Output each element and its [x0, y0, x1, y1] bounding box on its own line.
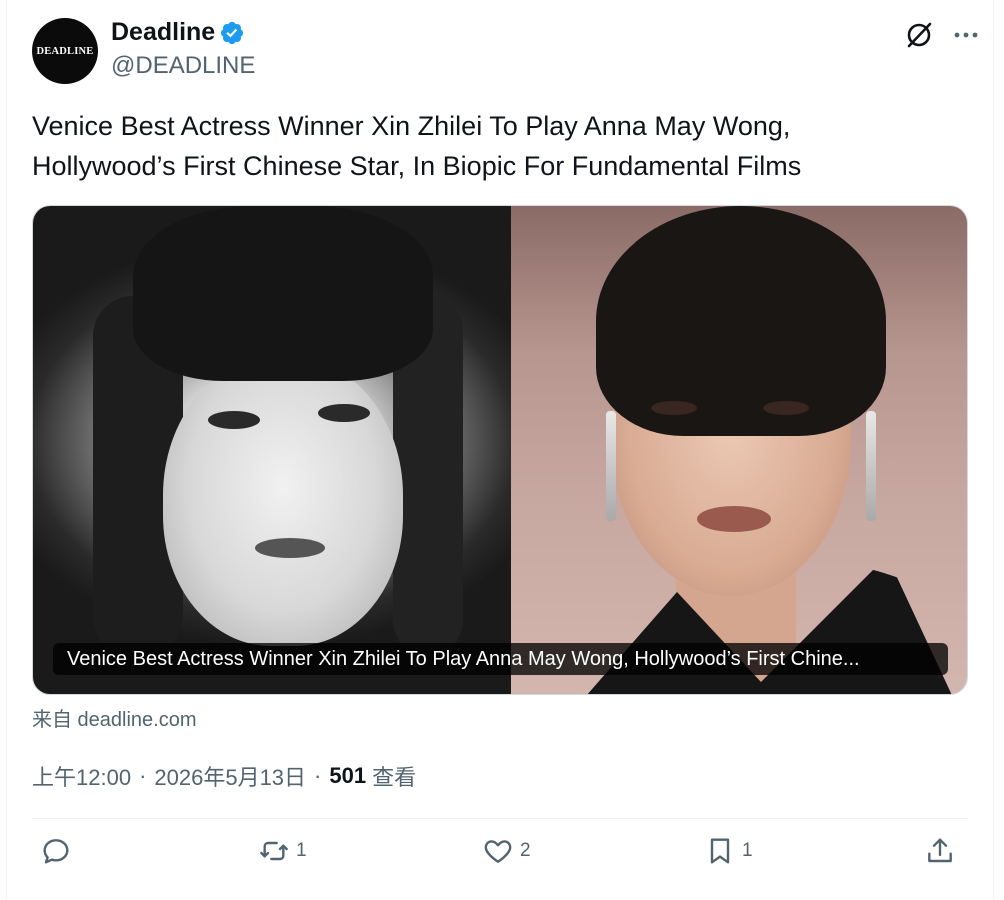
grok-icon[interactable] — [904, 20, 934, 50]
retweet-icon — [260, 841, 288, 861]
tweet-text: Venice Best Actress Winner Xin Zhilei To… — [32, 111, 802, 181]
frame-border-left — [6, 0, 7, 900]
views-label: 查看 — [372, 765, 417, 790]
share-button[interactable] — [924, 835, 956, 867]
share-icon — [928, 838, 952, 863]
bookmark-button[interactable]: 1 — [704, 835, 753, 867]
bookmark-count: 1 — [742, 840, 753, 861]
action-bar: 1 2 1 — [32, 835, 968, 883]
card-caption: Venice Best Actress Winner Xin Zhilei To… — [53, 643, 948, 675]
like-count: 2 — [520, 840, 531, 861]
more-icon[interactable] — [952, 24, 980, 46]
photo-xin-zhilei — [511, 206, 967, 694]
retweet-button[interactable]: 1 — [258, 835, 307, 867]
separator-dot: · — [314, 763, 322, 788]
handle[interactable]: @DEADLINE — [111, 52, 255, 80]
avatar-logo-text: DEADLINE — [36, 45, 94, 57]
bookmark-icon — [710, 838, 730, 864]
display-name[interactable]: Deadline — [111, 18, 215, 47]
views-count: 501 — [329, 763, 367, 788]
avatar[interactable]: DEADLINE — [32, 18, 98, 84]
frame-border-right — [993, 0, 994, 900]
reply-icon — [43, 839, 69, 864]
reply-button[interactable] — [40, 835, 78, 867]
name-row: Deadline — [111, 18, 245, 47]
tweet-meta: 上午12:00 · 2026年5月13日 · 501 查看 — [32, 760, 416, 792]
card-source[interactable]: 来自 deadline.com — [32, 703, 197, 732]
verified-icon — [221, 21, 244, 44]
tweet-header: DEADLINE Deadline @DEADLINE — [32, 16, 984, 84]
like-button[interactable]: 2 — [482, 835, 531, 867]
photo-anna-may-wong — [33, 206, 511, 694]
link-card[interactable]: Venice Best Actress Winner Xin Zhilei To… — [32, 205, 968, 695]
tweet-date[interactable]: 2026年5月13日 — [154, 760, 306, 792]
separator-dot: · — [139, 763, 147, 788]
divider — [32, 818, 968, 819]
tweet-time[interactable]: 上午12:00 — [32, 760, 131, 792]
retweet-count: 1 — [296, 840, 307, 861]
like-icon — [484, 840, 512, 863]
